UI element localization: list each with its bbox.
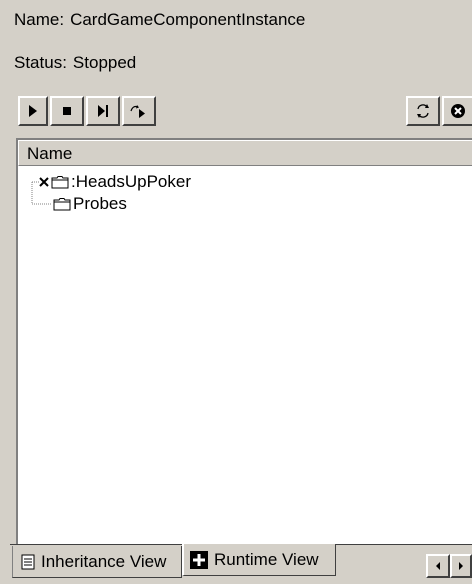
scroll-left-button[interactable] — [426, 554, 450, 578]
stop-icon — [63, 107, 71, 115]
scroll-left-icon — [436, 562, 440, 570]
refresh-button[interactable] — [406, 96, 440, 126]
column-header-name[interactable]: Name — [18, 140, 472, 166]
tree-item[interactable]: Probes — [53, 193, 127, 215]
tree-item-label: Probes — [73, 194, 127, 213]
play-button[interactable] — [18, 96, 48, 126]
tab-label: Inheritance View — [41, 551, 167, 571]
list-icon — [21, 554, 35, 569]
step-icon — [98, 105, 108, 117]
name-value: CardGameComponentInstance — [70, 10, 306, 29]
scroll-right-icon — [459, 562, 463, 570]
folder-icon — [53, 198, 71, 211]
name-label: Name: — [14, 10, 65, 29]
x-mark-icon — [39, 177, 49, 187]
close-button[interactable] — [442, 96, 472, 126]
tree-panel: Name :HeadsUpPoker Probes — [16, 138, 472, 544]
step-over-icon — [130, 105, 145, 118]
play-icon — [29, 105, 37, 117]
stop-button[interactable] — [50, 96, 84, 126]
plus-box-icon — [190, 550, 208, 569]
folder-icon — [51, 176, 69, 189]
tab-runtime-view[interactable]: Runtime View — [182, 544, 336, 576]
refresh-icon — [417, 104, 429, 118]
status-value: Stopped — [72, 53, 137, 72]
name-row: Name: CardGameComponentInstance — [14, 10, 311, 30]
tab-strip: Inheritance View Runtime View — [0, 544, 472, 584]
step-over-button[interactable] — [122, 96, 156, 126]
step-button[interactable] — [86, 96, 120, 126]
status-label: Status: — [14, 53, 67, 72]
tree-item-label: :HeadsUpPoker — [71, 172, 192, 191]
scroll-right-button[interactable] — [450, 554, 472, 578]
tab-inheritance-view[interactable]: Inheritance View — [12, 546, 182, 578]
status-row: Status: Stopped — [14, 53, 142, 73]
close-circle-icon — [451, 104, 465, 118]
tree-item[interactable]: :HeadsUpPoker — [38, 171, 191, 193]
tab-label: Runtime View — [214, 549, 319, 569]
